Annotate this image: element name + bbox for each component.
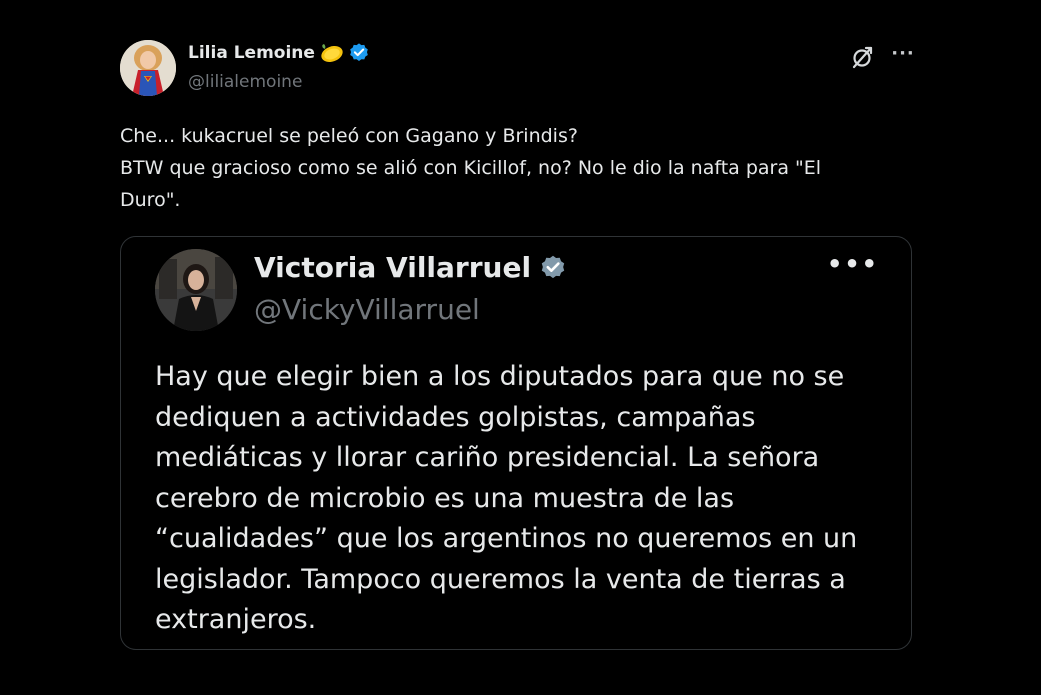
tweet-text-line: BTW que gracioso como se alió con Kicill… — [120, 157, 822, 179]
quoted-text-line: extranjeros. — [155, 604, 317, 635]
quoted-more-options-button[interactable]: ••• — [827, 252, 877, 279]
quoted-text-line: mediáticas y llorar cariño presidencial.… — [155, 442, 820, 473]
quoted-author-handle[interactable]: @VickyVillarruel — [254, 293, 480, 326]
lemon-emoji-icon — [319, 43, 345, 63]
quoted-text-line: “cualidades” que los argentinos no quere… — [155, 523, 858, 554]
quoted-text-line: cerebro de microbio es una muestra de la… — [155, 482, 735, 514]
tweet-text-line: Duro". — [120, 189, 181, 211]
author-avatar[interactable] — [120, 40, 176, 96]
tweet-text: Che... kukacruel se peleó con Gagano y B… — [120, 120, 920, 216]
quoted-text-line: legislador. Tampoco queremos la venta de… — [155, 563, 846, 595]
tweet-page: Lilia Lemoine @lilialemoine ··· Che... k… — [0, 0, 1041, 695]
quoted-author-name-row: Victoria Villarruel — [254, 251, 567, 284]
quoted-text-line: dediquen a actividades golpistas, campañ… — [155, 401, 756, 433]
author-handle[interactable]: @lilialemoine — [188, 72, 302, 92]
quoted-tweet-text: Hay que elegir bien a los diputados para… — [155, 357, 895, 641]
grok-icon[interactable] — [850, 44, 876, 70]
verified-gray-badge-icon[interactable] — [539, 254, 567, 282]
quoted-author-avatar[interactable] — [155, 249, 237, 331]
verified-badge-icon[interactable] — [348, 42, 370, 64]
tweet-text-line: Che... kukacruel se peleó con Gagano y B… — [120, 125, 578, 147]
author-name-row: Lilia Lemoine — [188, 42, 370, 64]
author-name[interactable]: Lilia Lemoine — [188, 43, 315, 63]
quoted-text-line: Hay que elegir bien a los diputados para… — [155, 361, 845, 392]
more-options-button[interactable]: ··· — [889, 44, 917, 68]
quoted-tweet-card[interactable]: Victoria Villarruel @VickyVillarruel •••… — [120, 236, 912, 650]
quoted-author-name[interactable]: Victoria Villarruel — [254, 251, 531, 284]
